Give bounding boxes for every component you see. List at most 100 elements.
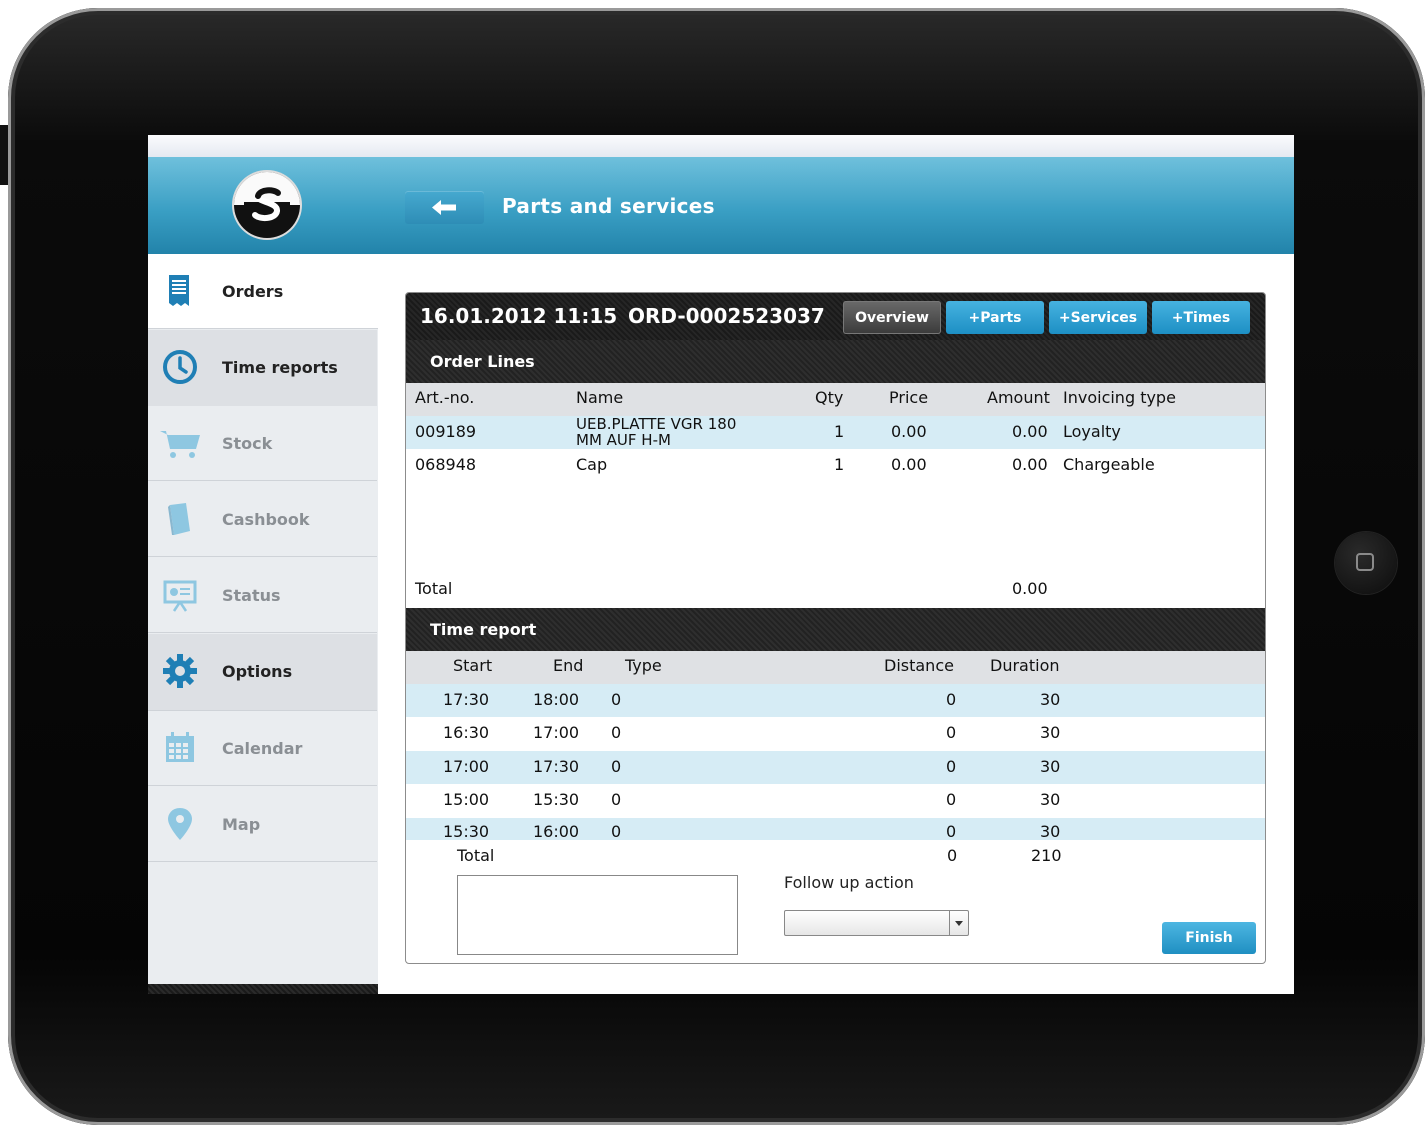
cell-duration: 30 <box>1040 822 1061 840</box>
cell-price: 0.00 <box>891 422 927 441</box>
sidebar-item-label: Status <box>222 586 281 605</box>
col-amount: Amount <box>987 388 1050 407</box>
table-row[interactable]: 17:30 18:00 0 0 30 <box>406 684 1265 717</box>
cell-name-line2: MM AUF H-M <box>576 431 671 449</box>
sidebar-item-label: Map <box>222 815 261 834</box>
follow-up-select[interactable] <box>784 910 969 936</box>
cell-duration: 30 <box>1040 790 1061 809</box>
cell-art: 068948 <box>415 455 477 474</box>
cell-end: 18:00 <box>533 690 580 709</box>
page-title: Parts and services <box>502 194 715 218</box>
time-report-columns: Start End Type Distance Duration <box>406 651 1265 684</box>
cell-duration: 30 <box>1040 690 1061 709</box>
cell-end: 17:30 <box>533 757 580 776</box>
col-name: Name <box>576 388 624 407</box>
table-row[interactable]: 068948 Cap 1 0.00 0.00 Chargeable <box>406 449 1265 482</box>
finish-button[interactable]: Finish <box>1162 922 1256 954</box>
cell-start: 15:30 <box>443 822 490 840</box>
col-invoicing: Invoicing type <box>1063 388 1176 407</box>
sidebar-item-status[interactable]: Status <box>148 558 377 633</box>
cell-distance: 0 <box>946 723 957 742</box>
col-distance: Distance <box>884 656 954 675</box>
time-report-total-distance: 0 <box>947 846 958 865</box>
cell-end: 17:00 <box>533 723 580 742</box>
cell-price: 0.00 <box>891 455 927 474</box>
col-start: Start <box>453 656 493 675</box>
cell-start: 17:00 <box>443 757 490 776</box>
col-duration: Duration <box>990 656 1060 675</box>
arrow-left-icon <box>432 200 456 215</box>
sidebar-item-map[interactable]: Map <box>148 787 377 862</box>
cell-distance: 0 <box>946 822 957 840</box>
cell-start: 17:30 <box>443 690 490 709</box>
order-header: 16.01.2012 11:15 ORD-0002523037 Overview… <box>406 293 1265 340</box>
back-button[interactable] <box>405 191 484 224</box>
cell-invoicing: Chargeable <box>1063 455 1155 474</box>
sidebar-item-stock[interactable]: Stock <box>148 406 377 481</box>
sidebar-item-calendar[interactable]: Calendar <box>148 711 377 786</box>
cell-type: 0 <box>611 690 622 709</box>
order-lines-total-label: Total <box>415 579 453 598</box>
sidebar-item-cashbook[interactable]: Cashbook <box>148 482 377 557</box>
table-row[interactable]: 009189 UEB.PLATTE VGR 180 MM AUF H-M 1 0… <box>406 415 1265 449</box>
book-icon <box>168 503 190 535</box>
cell-distance: 0 <box>946 757 957 776</box>
app-header: Parts and services <box>148 157 1294 254</box>
map-pin-icon <box>168 808 192 840</box>
sidebar-item-label: Stock <box>222 434 273 453</box>
time-report-total-duration: 210 <box>1031 846 1062 865</box>
cell-start: 16:30 <box>443 723 490 742</box>
status-strip <box>148 135 1294 157</box>
overview-button[interactable]: Overview <box>843 301 941 334</box>
col-art: Art.-no. <box>415 388 475 407</box>
sidebar-item-label: Orders <box>222 282 284 301</box>
sidebar-item-orders[interactable]: Orders <box>148 254 378 329</box>
table-row[interactable]: 17:00 17:30 0 0 30 <box>406 751 1265 784</box>
cell-distance: 0 <box>946 690 957 709</box>
cell-distance: 0 <box>946 790 957 809</box>
order-lines-total-amount: 0.00 <box>1012 579 1048 598</box>
orders-icon <box>169 275 189 306</box>
col-qty: Qty <box>815 388 844 407</box>
time-report-total-label: Total <box>457 846 495 865</box>
cell-qty: 1 <box>834 422 845 441</box>
gear-icon <box>163 654 197 688</box>
app-logo <box>234 172 300 238</box>
add-parts-button[interactable]: +Parts <box>946 301 1044 334</box>
time-report-title: Time report <box>430 620 537 639</box>
cell-start: 15:00 <box>443 790 490 809</box>
sidebar-item-label: Options <box>222 662 293 681</box>
sidebar-item-label: Cashbook <box>222 510 310 529</box>
sidebar-item-label: Time reports <box>222 358 338 377</box>
order-datetime: 16.01.2012 11:15 <box>420 304 618 328</box>
table-row[interactable]: 15:30 16:00 0 0 30 <box>406 818 1265 840</box>
cell-type: 0 <box>611 790 622 809</box>
app-screen: Parts and services Orders Time reports S… <box>148 135 1294 994</box>
time-report-header: Time report <box>406 608 1265 651</box>
sidebar: Orders Time reports Stock Cashbook Statu… <box>148 254 378 994</box>
cart-icon <box>160 431 200 458</box>
col-end: End <box>553 656 584 675</box>
sidebar-item-options[interactable]: Options <box>148 634 377 711</box>
col-type: Type <box>625 656 662 675</box>
table-row[interactable]: 15:00 15:30 0 0 30 <box>406 784 1265 817</box>
table-row[interactable]: 16:30 17:00 0 0 30 <box>406 717 1265 750</box>
order-lines-title: Order Lines <box>430 352 535 371</box>
cell-name: Cap <box>576 455 608 474</box>
follow-up-label: Follow up action <box>784 873 914 892</box>
presentation-icon <box>163 580 197 612</box>
add-services-button[interactable]: +Services <box>1049 301 1147 334</box>
add-times-button[interactable]: +Times <box>1152 301 1250 334</box>
cell-end: 16:00 <box>533 822 580 840</box>
order-panel: 16.01.2012 11:15 ORD-0002523037 Overview… <box>405 292 1266 964</box>
order-number: ORD-0002523037 <box>628 304 825 328</box>
sidebar-item-time-reports[interactable]: Time reports <box>148 330 377 407</box>
cell-type: 0 <box>611 757 622 776</box>
home-button[interactable] <box>1335 532 1397 594</box>
cell-amount: 0.00 <box>1012 422 1048 441</box>
calendar-icon <box>166 732 194 762</box>
notes-textarea[interactable] <box>457 875 738 955</box>
cell-amount: 0.00 <box>1012 455 1048 474</box>
order-lines-columns: Art.-no. Name Qty Price Amount Invoicing… <box>406 383 1265 416</box>
cell-art: 009189 <box>415 422 477 441</box>
